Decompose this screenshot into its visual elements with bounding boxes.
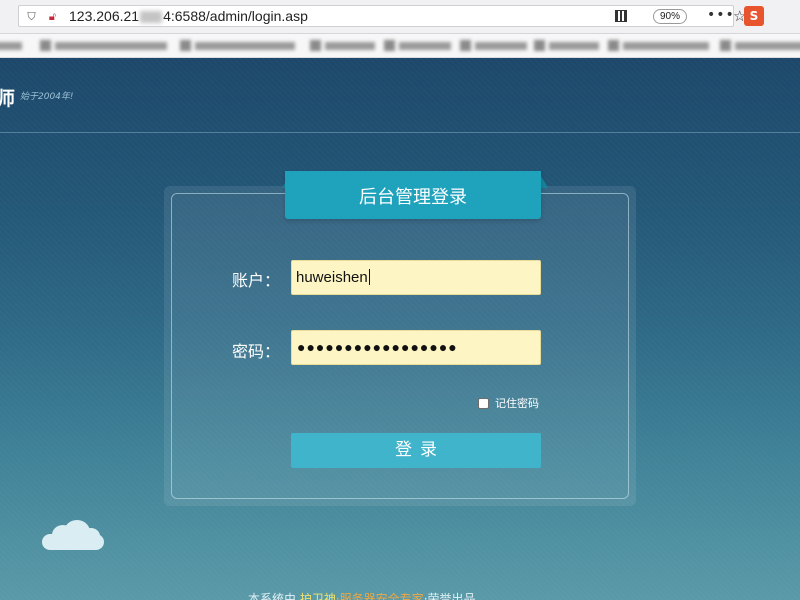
insecure-lock-icon[interactable]: 🔓︎: [46, 10, 59, 23]
since-tagline: 始于2004年!: [20, 92, 74, 102]
browser-toolbar: ⛉ 🔓︎ 123.206.21 4:6588/admin/login.asp 90…: [0, 0, 800, 34]
qr-code-icon[interactable]: [615, 10, 627, 22]
bookmarks-bar: [0, 34, 800, 58]
login-title: 后台管理登录: [359, 187, 467, 208]
bookmark-item[interactable]: [534, 39, 599, 52]
header-divider: [0, 132, 800, 133]
login-button[interactable]: 登录: [291, 433, 541, 468]
remember-checkbox[interactable]: [478, 397, 489, 409]
zoom-level-badge[interactable]: 90%: [653, 9, 688, 24]
bookmark-item[interactable]: [40, 39, 167, 52]
bookmark-item[interactable]: [384, 39, 451, 52]
account-input[interactable]: huweishen: [291, 260, 541, 295]
bookmark-item[interactable]: [720, 39, 800, 52]
remember-label[interactable]: 记住密码: [495, 395, 539, 411]
address-bar[interactable]: ⛉ 🔓︎ 123.206.21 4:6588/admin/login.asp 90…: [18, 5, 746, 27]
remember-password[interactable]: 记住密码: [478, 395, 539, 411]
bookmark-item[interactable]: [608, 39, 709, 52]
password-label: 密码：: [232, 342, 281, 361]
bookmark-item[interactable]: [0, 39, 22, 52]
extension-icon[interactable]: S: [744, 6, 764, 26]
site-brand: 师: [0, 88, 16, 110]
copyright-footer: 本系统由 护卫神·服务器安全专家·荣誉出品: [248, 592, 476, 600]
shield-icon[interactable]: ⛉: [25, 10, 38, 23]
cloud-decoration: [42, 520, 104, 550]
url-text[interactable]: 123.206.21 4:6588/admin/login.asp: [69, 8, 308, 24]
redacted-ip: [140, 11, 163, 24]
bookmark-item[interactable]: [180, 39, 295, 52]
bookmark-item[interactable]: [460, 39, 527, 52]
login-title-ribbon: 后台管理登录: [285, 171, 541, 219]
password-input[interactable]: ●●●●●●●●●●●●●●●●●: [291, 330, 541, 365]
text-caret: [368, 269, 370, 285]
account-label: 账户：: [232, 271, 281, 290]
more-actions-icon[interactable]: •••: [707, 7, 735, 23]
bookmark-item[interactable]: [310, 39, 375, 52]
